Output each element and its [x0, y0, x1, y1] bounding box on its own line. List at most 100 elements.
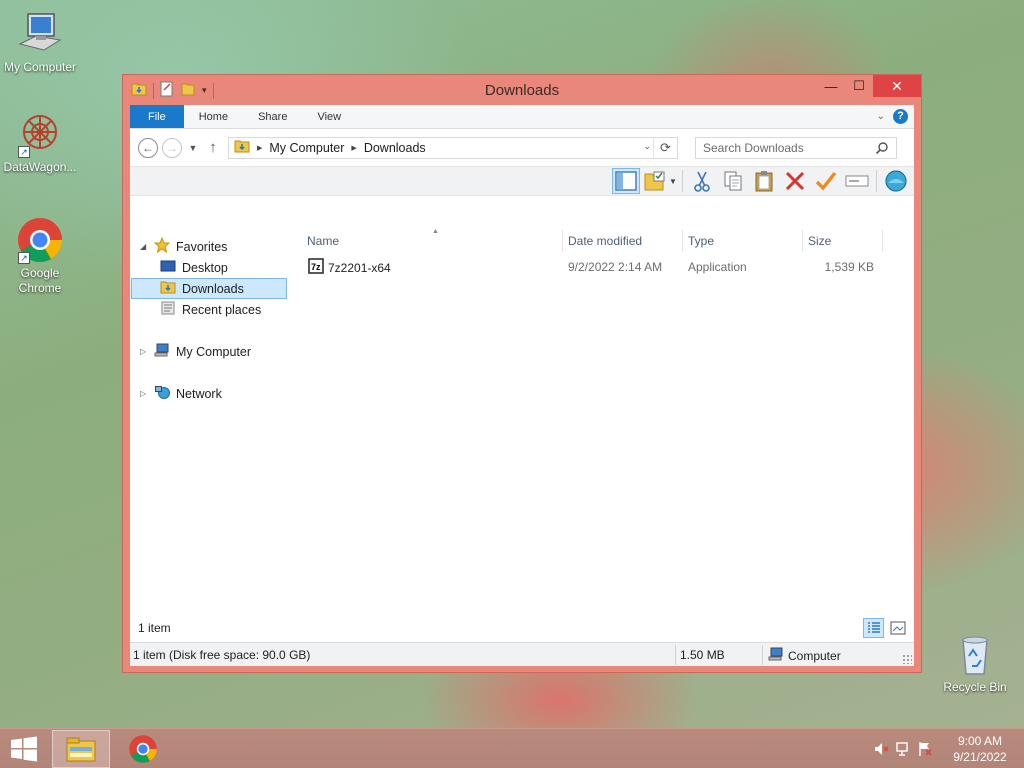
sort-ascending-icon: ▲: [432, 228, 439, 235]
tab-file[interactable]: File: [130, 105, 184, 128]
close-button[interactable]: ✕: [873, 75, 921, 97]
tree-item-downloads[interactable]: Downloads: [131, 278, 287, 299]
tab-home[interactable]: Home: [184, 105, 243, 128]
scissors-icon: [694, 171, 710, 192]
large-icons-view-button[interactable]: [887, 618, 908, 638]
tree-item-label: Desktop: [182, 260, 228, 275]
desktop-icon-google-chrome[interactable]: ↗ Google Chrome: [0, 216, 80, 296]
address-dropdown-icon[interactable]: ⌄: [643, 141, 651, 152]
address-bar[interactable]: ▶ My Computer ▶ Downloads ⌄ ⟳: [228, 136, 678, 159]
details-divider: [675, 645, 676, 665]
apply-button[interactable]: [812, 168, 840, 194]
minimize-button[interactable]: —: [817, 75, 845, 97]
navigation-bar: ← → ▼ ↑ ▶ My Computer ▶ Downloads ⌄ ⟳: [130, 129, 914, 166]
paste-button[interactable]: [750, 168, 778, 194]
shortcut-arrow-icon: ↗: [18, 146, 30, 158]
details-view-button[interactable]: [863, 618, 884, 638]
column-header-size[interactable]: Size: [808, 230, 878, 252]
search-icon[interactable]: [875, 141, 889, 155]
back-button[interactable]: ←: [138, 137, 158, 158]
window-title: Downloads: [484, 82, 560, 99]
details-view-icon: [867, 622, 880, 633]
search-box[interactable]: [695, 136, 897, 159]
up-button[interactable]: ↑: [204, 139, 222, 156]
forward-button[interactable]: →: [162, 137, 182, 158]
tree-item-my-computer[interactable]: ▷ My Computer: [140, 341, 251, 362]
copy-button[interactable]: [719, 168, 747, 194]
resize-grip[interactable]: [902, 654, 912, 664]
maximize-button[interactable]: ☐: [845, 75, 873, 97]
recent-locations-button[interactable]: ▼: [186, 143, 200, 153]
desktop-icon-label: Recycle Bin: [943, 680, 1007, 694]
volume-muted-icon[interactable]: [870, 739, 892, 759]
column-header-type[interactable]: Type: [688, 230, 798, 252]
action-center-flag-icon[interactable]: [914, 739, 936, 759]
copy-icon: [724, 171, 742, 191]
expanded-arrow-icon[interactable]: ◢: [140, 242, 148, 251]
column-divider[interactable]: [682, 230, 683, 252]
clipboard-icon: [755, 171, 773, 192]
breadcrumb-chevron-icon[interactable]: ▶: [257, 144, 262, 152]
taskbar-file-explorer[interactable]: [52, 730, 110, 768]
tree-item-desktop[interactable]: Desktop: [160, 257, 228, 278]
start-button[interactable]: [0, 729, 48, 768]
title-bar[interactable]: ▾ Downloads — ☐ ✕: [123, 75, 921, 105]
column-divider[interactable]: [882, 230, 883, 252]
tree-item-label: Network: [176, 386, 222, 401]
search-input[interactable]: [696, 137, 871, 158]
select-folder-button[interactable]: ▼: [643, 168, 677, 194]
file-explorer-icon: [66, 737, 96, 762]
file-name: 7z2201-x64: [328, 260, 391, 275]
properties-button[interactable]: [882, 168, 910, 194]
desktop-icon-recycle-bin[interactable]: Recycle Bin: [935, 630, 1015, 695]
details-divider: [762, 645, 763, 665]
shortcut-arrow-icon: ↗: [18, 252, 30, 264]
desktop-icon-label: DataWagon...: [3, 160, 77, 174]
recycle-bin-icon: [951, 630, 999, 678]
tab-view[interactable]: View: [302, 105, 356, 128]
file-list: ▲ Name Date modified Type Size 7z 7z2201…: [300, 226, 914, 640]
column-divider[interactable]: [562, 230, 563, 252]
chevron-down-icon: ▼: [669, 176, 677, 186]
column-header-date-modified[interactable]: Date modified: [568, 230, 678, 252]
tree-item-label: Downloads: [182, 281, 244, 296]
layout-pane-icon: [615, 171, 637, 191]
rename-button[interactable]: [843, 168, 871, 194]
clock[interactable]: 9:00 AM 9/21/2022: [936, 733, 1024, 765]
tree-item-recent-places[interactable]: Recent places: [160, 299, 261, 320]
help-icon[interactable]: ?: [893, 109, 908, 124]
taskbar-google-chrome[interactable]: [114, 730, 172, 768]
folder-checkmark-icon: [644, 171, 665, 191]
preview-pane-button[interactable]: [612, 168, 640, 194]
refresh-icon[interactable]: ⟳: [653, 137, 677, 158]
desktop-icon-label: Google Chrome: [18, 266, 62, 295]
collapsed-arrow-icon[interactable]: ▷: [140, 347, 148, 356]
selection-info: 1 item (Disk free space: 90.0 GB): [133, 648, 311, 662]
tree-item-favorites[interactable]: ◢ Favorites: [140, 236, 227, 257]
downloads-folder-icon: [234, 138, 250, 157]
network-icon[interactable]: [892, 739, 914, 759]
column-header-name[interactable]: ▲ Name: [307, 228, 562, 252]
desktop-icon-datawagon[interactable]: ↗ DataWagon...: [0, 110, 80, 175]
location-info: Computer: [768, 646, 841, 665]
explorer-window: ▾ Downloads — ☐ ✕ File Home Share View ⌄…: [122, 74, 922, 673]
tab-share[interactable]: Share: [243, 105, 302, 128]
status-bar: 1 item: [130, 618, 914, 640]
delete-x-icon: [785, 171, 805, 191]
tree-item-label: Recent places: [182, 302, 262, 317]
panes: ◢ Favorites Desktop Downloads Recent pla…: [130, 226, 914, 640]
breadcrumb-downloads[interactable]: Downloads: [364, 141, 426, 155]
desktop-icon-my-computer[interactable]: My Computer: [0, 10, 80, 75]
breadcrumb-chevron-icon[interactable]: ▶: [351, 144, 356, 152]
cut-button[interactable]: [688, 168, 716, 194]
breadcrumb-my-computer[interactable]: My Computer: [269, 141, 344, 155]
collapsed-arrow-icon[interactable]: ▷: [140, 389, 148, 398]
delete-button[interactable]: [781, 168, 809, 194]
column-divider[interactable]: [802, 230, 803, 252]
windows-logo-icon: [11, 736, 37, 762]
checkmark-icon: [815, 171, 837, 191]
file-row[interactable]: 7z 7z2201-x64 9/2/2022 2:14 AM Applicati…: [304, 256, 884, 278]
tree-item-network[interactable]: ▷ Network: [140, 383, 222, 404]
svg-text:7z: 7z: [311, 262, 321, 272]
expand-ribbon-icon[interactable]: ⌄: [877, 111, 885, 122]
